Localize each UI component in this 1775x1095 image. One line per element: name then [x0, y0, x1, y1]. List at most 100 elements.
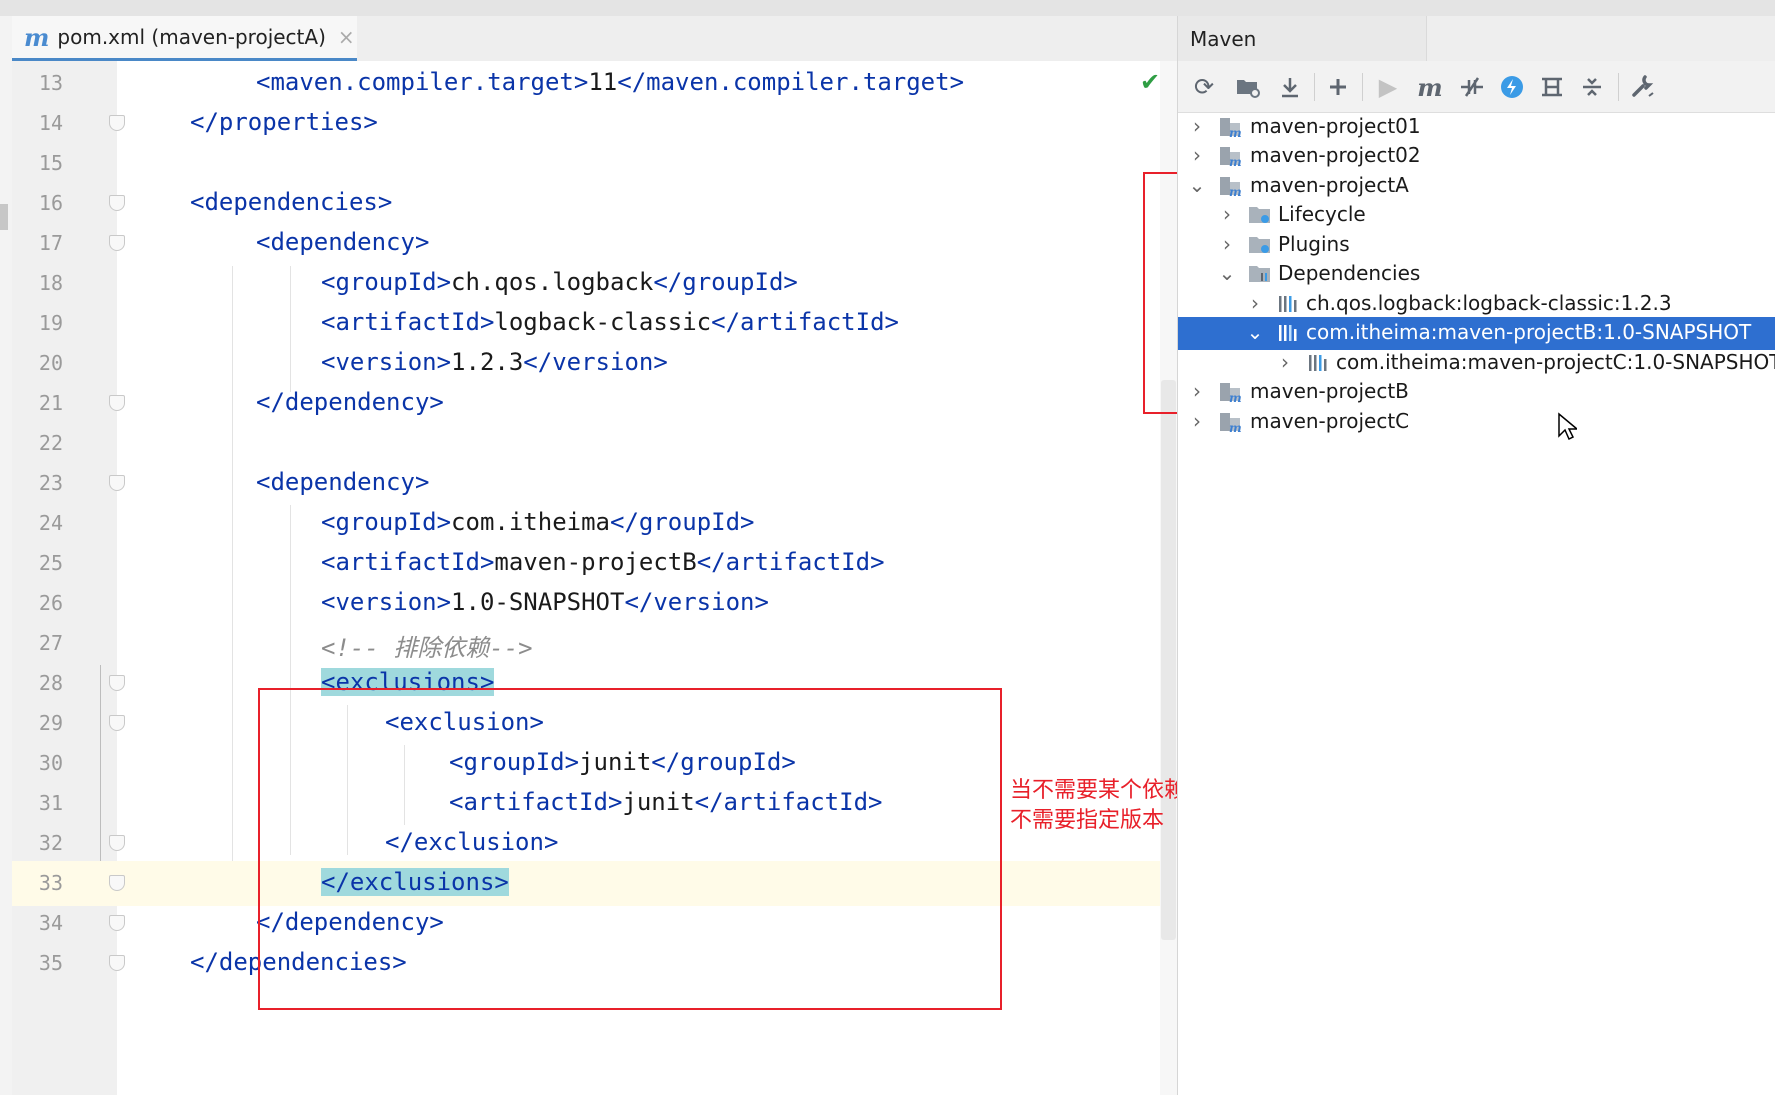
fold-marker[interactable]: [109, 675, 125, 691]
show-dependencies-icon[interactable]: [1536, 71, 1568, 103]
svg-text:m: m: [1229, 391, 1242, 404]
maven-module-icon: m: [1220, 177, 1242, 198]
code-line[interactable]: 25 <artifactId>maven-projectB</artifactI…: [12, 541, 1160, 586]
code-text: </properties>: [190, 108, 378, 136]
maven-m-icon[interactable]: m: [1414, 71, 1446, 103]
tree-item-maven-projectB[interactable]: › m maven-projectB: [1178, 376, 1775, 409]
code-line[interactable]: 27 <!-- 排除依赖-->: [12, 621, 1160, 666]
chevron-right-icon[interactable]: ›: [1188, 379, 1206, 403]
chevron-right-icon[interactable]: ›: [1188, 114, 1206, 138]
line-number: 20: [38, 351, 63, 375]
code-line[interactable]: 24 <groupId>com.itheima</groupId>: [12, 501, 1160, 546]
toolbar-separator: [1618, 73, 1619, 101]
tree-item-lifecycle[interactable]: › Lifecycle: [1178, 199, 1775, 232]
run-icon[interactable]: ▶: [1372, 71, 1404, 103]
maven-header: Maven: [1178, 16, 1775, 62]
plugins-folder-icon: [1249, 237, 1270, 253]
fold-marker[interactable]: [109, 195, 125, 211]
line-number: 25: [38, 551, 63, 575]
folder-sync-icon[interactable]: [1232, 71, 1264, 103]
download-icon[interactable]: [1274, 71, 1306, 103]
chevron-right-icon[interactable]: ›: [1246, 291, 1264, 315]
code-line[interactable]: 22: [12, 421, 1160, 466]
fold-marker[interactable]: [109, 475, 125, 491]
fold-marker[interactable]: [109, 235, 125, 251]
code-line[interactable]: 23 <dependency>: [12, 461, 1160, 506]
chevron-right-icon[interactable]: ›: [1218, 232, 1236, 256]
maven-module-icon: m: [1220, 147, 1242, 168]
library-icon: [1279, 296, 1297, 312]
code-text: <dependency>: [256, 468, 430, 496]
library-icon: [1309, 355, 1327, 371]
fold-marker[interactable]: [109, 955, 125, 971]
tree-item-label: maven-projectB: [1250, 379, 1409, 403]
editor-scroll-thumb[interactable]: [1161, 380, 1176, 940]
code-text: <dependencies>: [190, 188, 393, 216]
line-number: 17: [38, 231, 63, 255]
inspection-ok-check-icon[interactable]: ✔: [1140, 68, 1160, 96]
tree-item-label: Lifecycle: [1278, 202, 1366, 226]
toolbar-separator: [1362, 73, 1363, 101]
line-number: 30: [38, 751, 63, 775]
code-line[interactable]: 21 </dependency>: [12, 381, 1160, 426]
svg-text:m: m: [1229, 421, 1242, 434]
code-text: <maven.compiler.target>11</maven.compile…: [256, 68, 965, 96]
fold-marker[interactable]: [109, 115, 125, 131]
tree-item-label: com.itheima:maven-projectB:1.0-SNAPSHOT: [1306, 320, 1752, 344]
code-text: <artifactId>logback-classic</artifactId>: [321, 308, 899, 336]
code-line[interactable]: 18 <groupId>ch.qos.logback</groupId>: [12, 261, 1160, 306]
settings-wrench-icon[interactable]: [1626, 71, 1658, 103]
fold-marker[interactable]: [109, 875, 125, 891]
code-text: <dependency>: [256, 228, 430, 256]
line-number: 21: [38, 391, 63, 415]
code-line[interactable]: 13 <maven.compiler.target>11</maven.comp…: [12, 61, 1160, 106]
close-icon[interactable]: ×: [338, 25, 355, 49]
maven-module-icon: m: [1220, 118, 1242, 139]
maven-title-tab[interactable]: Maven: [1178, 16, 1427, 61]
chevron-down-icon[interactable]: ⌄: [1188, 173, 1206, 197]
chevron-right-icon[interactable]: ›: [1188, 143, 1206, 167]
toolbar-separator: [1314, 73, 1315, 101]
code-line[interactable]: 19 <artifactId>logback-classic</artifact…: [12, 301, 1160, 346]
code-text: <groupId>com.itheima</groupId>: [321, 508, 755, 536]
chevron-right-icon[interactable]: ›: [1188, 409, 1206, 433]
tree-item-maven-projectC[interactable]: › m maven-projectC: [1178, 406, 1775, 439]
svg-text:m: m: [1229, 126, 1242, 139]
line-number: 16: [38, 191, 63, 215]
chevron-right-icon[interactable]: ›: [1276, 350, 1294, 374]
code-line[interactable]: 17 <dependency>: [12, 221, 1160, 266]
tree-item-label: maven-projectC: [1250, 409, 1410, 433]
chevron-down-icon[interactable]: ⌄: [1246, 320, 1264, 344]
maven-title: Maven: [1190, 26, 1257, 51]
fold-marker[interactable]: [109, 715, 125, 731]
code-line[interactable]: 26 <version>1.0-SNAPSHOT</version>: [12, 581, 1160, 626]
tree-item-dependencies[interactable]: ⌄ Dependencies: [1178, 258, 1775, 291]
code-text: <version>1.0-SNAPSHOT</version>: [321, 588, 769, 616]
toggle-offline-icon[interactable]: [1456, 71, 1488, 103]
code-line[interactable]: 16 <dependencies>: [12, 181, 1160, 226]
tab-pom-xml[interactable]: m pom.xml (maven-projectA) ×: [12, 16, 357, 61]
fold-marker[interactable]: [109, 915, 125, 931]
line-number: 24: [38, 511, 63, 535]
chevron-down-icon[interactable]: ⌄: [1218, 261, 1236, 285]
tree-item-maven-project02[interactable]: › m maven-project02: [1178, 140, 1775, 173]
code-text: <version>1.2.3</version>: [321, 348, 668, 376]
tree-item-dependency-projectB[interactable]: ⌄ com.itheima:maven-projectB:1.0-SNAPSHO…: [1178, 317, 1775, 350]
code-line[interactable]: 20 <version>1.2.3</version>: [12, 341, 1160, 386]
line-number: 14: [38, 111, 63, 135]
fold-marker[interactable]: [109, 835, 125, 851]
fold-marker[interactable]: [109, 395, 125, 411]
code-line[interactable]: 14 </properties>: [12, 101, 1160, 146]
line-number: 23: [38, 471, 63, 495]
reload-icon[interactable]: ⟳: [1188, 71, 1220, 103]
code-line[interactable]: 15: [12, 141, 1160, 186]
lightning-icon[interactable]: [1496, 71, 1528, 103]
maven-module-icon: m: [1220, 413, 1242, 434]
chevron-right-icon[interactable]: ›: [1218, 202, 1236, 226]
line-number: 26: [38, 591, 63, 615]
line-number: 35: [38, 951, 63, 975]
add-icon[interactable]: [1322, 71, 1354, 103]
maven-file-icon: m: [24, 22, 50, 52]
collapse-icon[interactable]: [1576, 71, 1608, 103]
tree-item-label: Plugins: [1278, 232, 1350, 256]
